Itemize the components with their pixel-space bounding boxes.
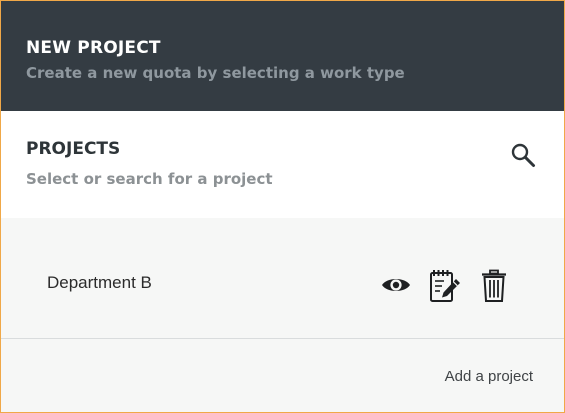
search-icon (511, 143, 535, 167)
edit-project-button[interactable] (429, 269, 461, 303)
add-project-link[interactable]: Add a project (445, 368, 533, 385)
trash-icon (482, 269, 506, 302)
header-subtitle: Create a new quota by selecting a work t… (26, 64, 405, 82)
projects-subtitle: Select or search for a project (26, 170, 273, 188)
list-item[interactable]: Department B (1, 218, 564, 338)
projects-title: PROJECTS (26, 139, 121, 159)
list-divider (1, 338, 564, 339)
search-button[interactable] (509, 141, 537, 169)
edit-notepad-icon (430, 270, 460, 302)
projects-section: PROJECTS Select or search for a project (1, 111, 564, 218)
delete-project-button[interactable] (480, 269, 508, 303)
panel-header: NEW PROJECT Create a new quota by select… (1, 1, 564, 111)
header-title: NEW PROJECT (26, 38, 161, 58)
project-list: Department B Add a project (1, 218, 564, 412)
new-project-panel: NEW PROJECT Create a new quota by select… (0, 0, 565, 413)
project-name: Department B (47, 273, 152, 292)
eye-icon (382, 279, 410, 291)
view-project-button[interactable] (380, 273, 412, 297)
